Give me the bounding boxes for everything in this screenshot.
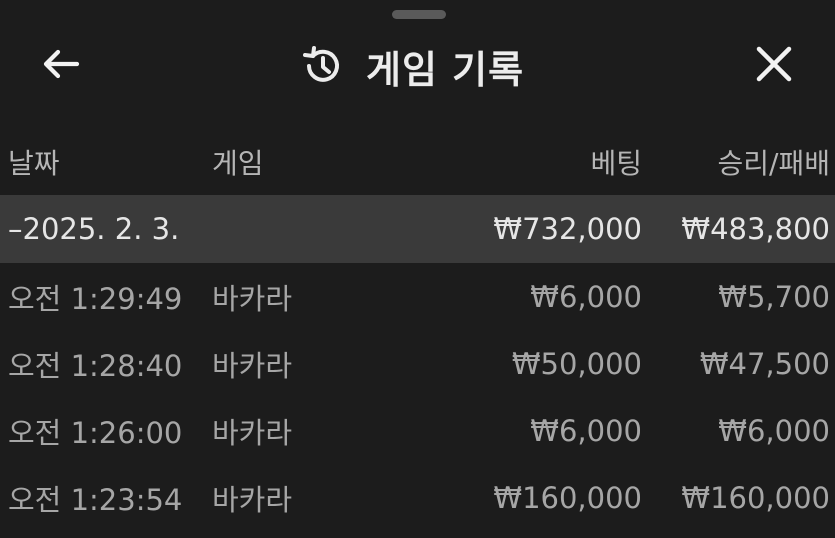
row-bet: ₩6,000 (530, 279, 642, 314)
row-bet: ₩160,000 (493, 480, 642, 515)
header-title-group: 게임 기록 (300, 42, 524, 92)
arrow-left-icon (41, 48, 81, 84)
group-date: –2025. 2. 3. (8, 212, 180, 246)
page-title: 게임 기록 (366, 47, 525, 92)
header: 게임 기록 (0, 28, 835, 104)
game-history-sheet: 게임 기록 날짜 게임 베팅 승리/패배 –2025. 2. 3. ₩732,0… (0, 0, 835, 538)
row-time: 오전 1:28:40 (8, 348, 183, 383)
column-header-result[interactable]: 승리/패배 (718, 128, 830, 195)
row-result: ₩5,700 (718, 279, 830, 314)
group-bet-total: ₩732,000 (493, 212, 642, 246)
table-header-row: 날짜 게임 베팅 승리/패배 (0, 128, 835, 195)
drag-handle[interactable] (392, 10, 446, 19)
row-game: 바카라 (212, 281, 293, 316)
row-result: ₩6,000 (718, 413, 830, 448)
row-bet: ₩6,000 (530, 413, 642, 448)
row-game: 바카라 (212, 348, 293, 383)
date-group-row[interactable]: –2025. 2. 3. ₩732,000 ₩483,800 (0, 195, 835, 263)
history-icon (300, 44, 344, 88)
close-icon (756, 46, 792, 86)
close-button[interactable] (746, 42, 802, 90)
group-result-total: ₩483,800 (681, 212, 830, 246)
row-result: ₩47,500 (699, 346, 830, 381)
row-game: 바카라 (212, 415, 293, 450)
table-row[interactable]: 오전 1:23:54 바카라 ₩160,000 ₩160,000 (0, 464, 835, 531)
back-button[interactable] (34, 44, 88, 88)
row-game: 바카라 (212, 482, 293, 517)
column-header-date[interactable]: 날짜 (8, 128, 60, 195)
row-bet: ₩50,000 (511, 346, 642, 381)
column-header-game[interactable]: 게임 (212, 128, 264, 195)
row-time: 오전 1:26:00 (8, 415, 183, 450)
history-table: 날짜 게임 베팅 승리/패배 –2025. 2. 3. ₩732,000 ₩48… (0, 128, 835, 531)
row-time: 오전 1:23:54 (8, 482, 183, 517)
row-result: ₩160,000 (681, 480, 830, 515)
table-row[interactable]: 오전 1:29:49 바카라 ₩6,000 ₩5,700 (0, 263, 835, 330)
table-row[interactable]: 오전 1:26:00 바카라 ₩6,000 ₩6,000 (0, 397, 835, 464)
column-header-bet[interactable]: 베팅 (590, 128, 642, 195)
table-row[interactable]: 오전 1:28:40 바카라 ₩50,000 ₩47,500 (0, 330, 835, 397)
row-time: 오전 1:29:49 (8, 281, 183, 316)
